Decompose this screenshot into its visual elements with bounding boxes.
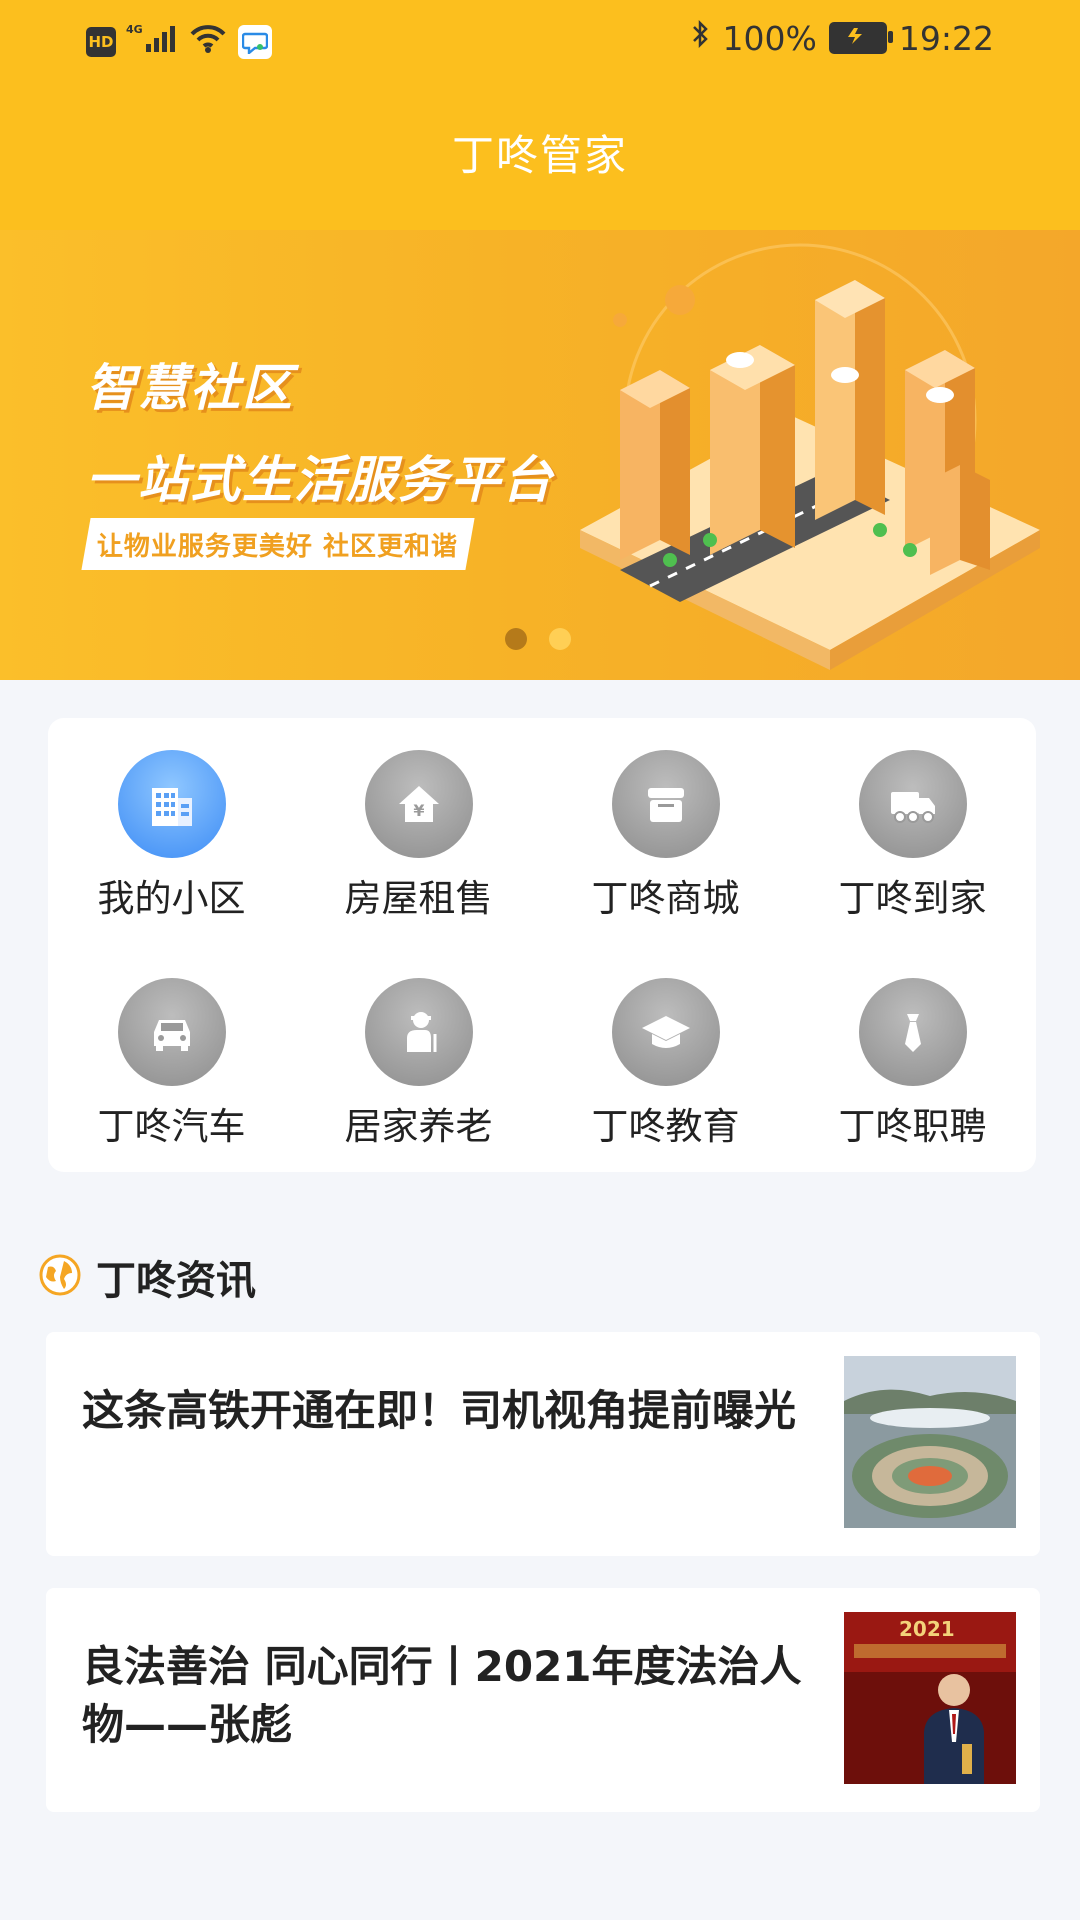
chat-app-icon [238, 25, 272, 59]
service-label: 居家养老 [344, 1105, 493, 1148]
page-title: 丁咚管家 [451, 131, 628, 180]
delivery-truck-icon [858, 750, 967, 858]
service-label: 我的小区 [97, 877, 246, 920]
banner-headline: 智慧社区 [86, 359, 294, 417]
carousel-dot[interactable] [549, 628, 571, 650]
news-item-title: 良法善治 同心同行丨2021年度法治人物——张彪 [82, 1642, 802, 1749]
service-mall[interactable]: 丁咚商城 [542, 750, 789, 922]
news-thumbnail: 2021 [844, 1612, 1016, 1784]
promo-banner-carousel[interactable]: 智慧社区 一站式生活服务平台 让物业服务更美好 社区更和谐 [0, 230, 1080, 680]
service-label: 房屋租售 [344, 877, 493, 920]
service-elderly-care[interactable]: 居家养老 [295, 978, 542, 1150]
service-label: 丁咚汽车 [97, 1105, 246, 1148]
elderly-icon [364, 978, 473, 1086]
banner-subheadline: 一站式生活服务平台 [86, 451, 554, 509]
globe-icon [38, 1253, 82, 1301]
banner-slogan: 让物业服务更美好 社区更和谐 [81, 518, 475, 570]
services-grid: 我的小区 ¥ 房屋租售 丁咚商城 丁咚到家 丁咚汽车 居家养老 丁咚教育 丁咚职… [48, 718, 1036, 1172]
svg-text:¥: ¥ [413, 801, 424, 820]
thumbnail-year-text: 2021 [899, 1617, 955, 1641]
building-icon [117, 750, 226, 858]
service-jobs[interactable]: 丁咚职聘 [789, 978, 1036, 1150]
house-yen-icon: ¥ [364, 750, 473, 858]
battery-percent: 100% [722, 18, 817, 58]
award-person-photo: 2021 [844, 1612, 1016, 1784]
hd-badge: HD [86, 27, 116, 57]
railway-station-photo [844, 1356, 1016, 1528]
signal-icon: 4G [126, 22, 178, 62]
status-bar: HD 4G 100% 19:22 [0, 0, 1080, 80]
service-label: 丁咚商城 [591, 877, 740, 920]
news-item[interactable]: 良法善治 同心同行丨2021年度法治人物——张彪 2021 [46, 1588, 1040, 1812]
app-header: HD 4G 100% 19:22 丁咚管家 [0, 0, 1080, 230]
svg-text:4G: 4G [126, 23, 143, 36]
clock-time: 19:22 [898, 18, 994, 58]
smart-city-illustration [580, 243, 1040, 670]
graduation-cap-icon [611, 978, 720, 1086]
service-home-delivery[interactable]: 丁咚到家 [789, 750, 1036, 922]
news-section-header: 丁咚资讯 [38, 1248, 256, 1306]
service-label: 丁咚到家 [838, 877, 987, 920]
store-icon [611, 750, 720, 858]
bluetooth-icon [691, 18, 711, 58]
news-section-title: 丁咚资讯 [96, 1258, 256, 1304]
car-icon [117, 978, 226, 1086]
carousel-dot[interactable] [505, 628, 527, 650]
banner-slogan-text: 让物业服务更美好 社区更和谐 [97, 531, 459, 562]
service-house-rental[interactable]: ¥ 房屋租售 [295, 750, 542, 922]
service-car[interactable]: 丁咚汽车 [48, 978, 295, 1150]
necktie-icon [858, 978, 967, 1086]
wifi-icon [188, 22, 228, 62]
service-education[interactable]: 丁咚教育 [542, 978, 789, 1150]
service-my-community[interactable]: 我的小区 [48, 750, 295, 922]
service-label: 丁咚职聘 [838, 1105, 987, 1148]
battery-icon [828, 22, 893, 54]
news-thumbnail [844, 1356, 1016, 1528]
service-label: 丁咚教育 [591, 1105, 740, 1148]
news-item[interactable]: 这条高铁开通在即！司机视角提前曝光 [46, 1332, 1040, 1556]
news-item-title: 这条高铁开通在即！司机视角提前曝光 [82, 1386, 797, 1435]
carousel-indicator [505, 628, 571, 650]
